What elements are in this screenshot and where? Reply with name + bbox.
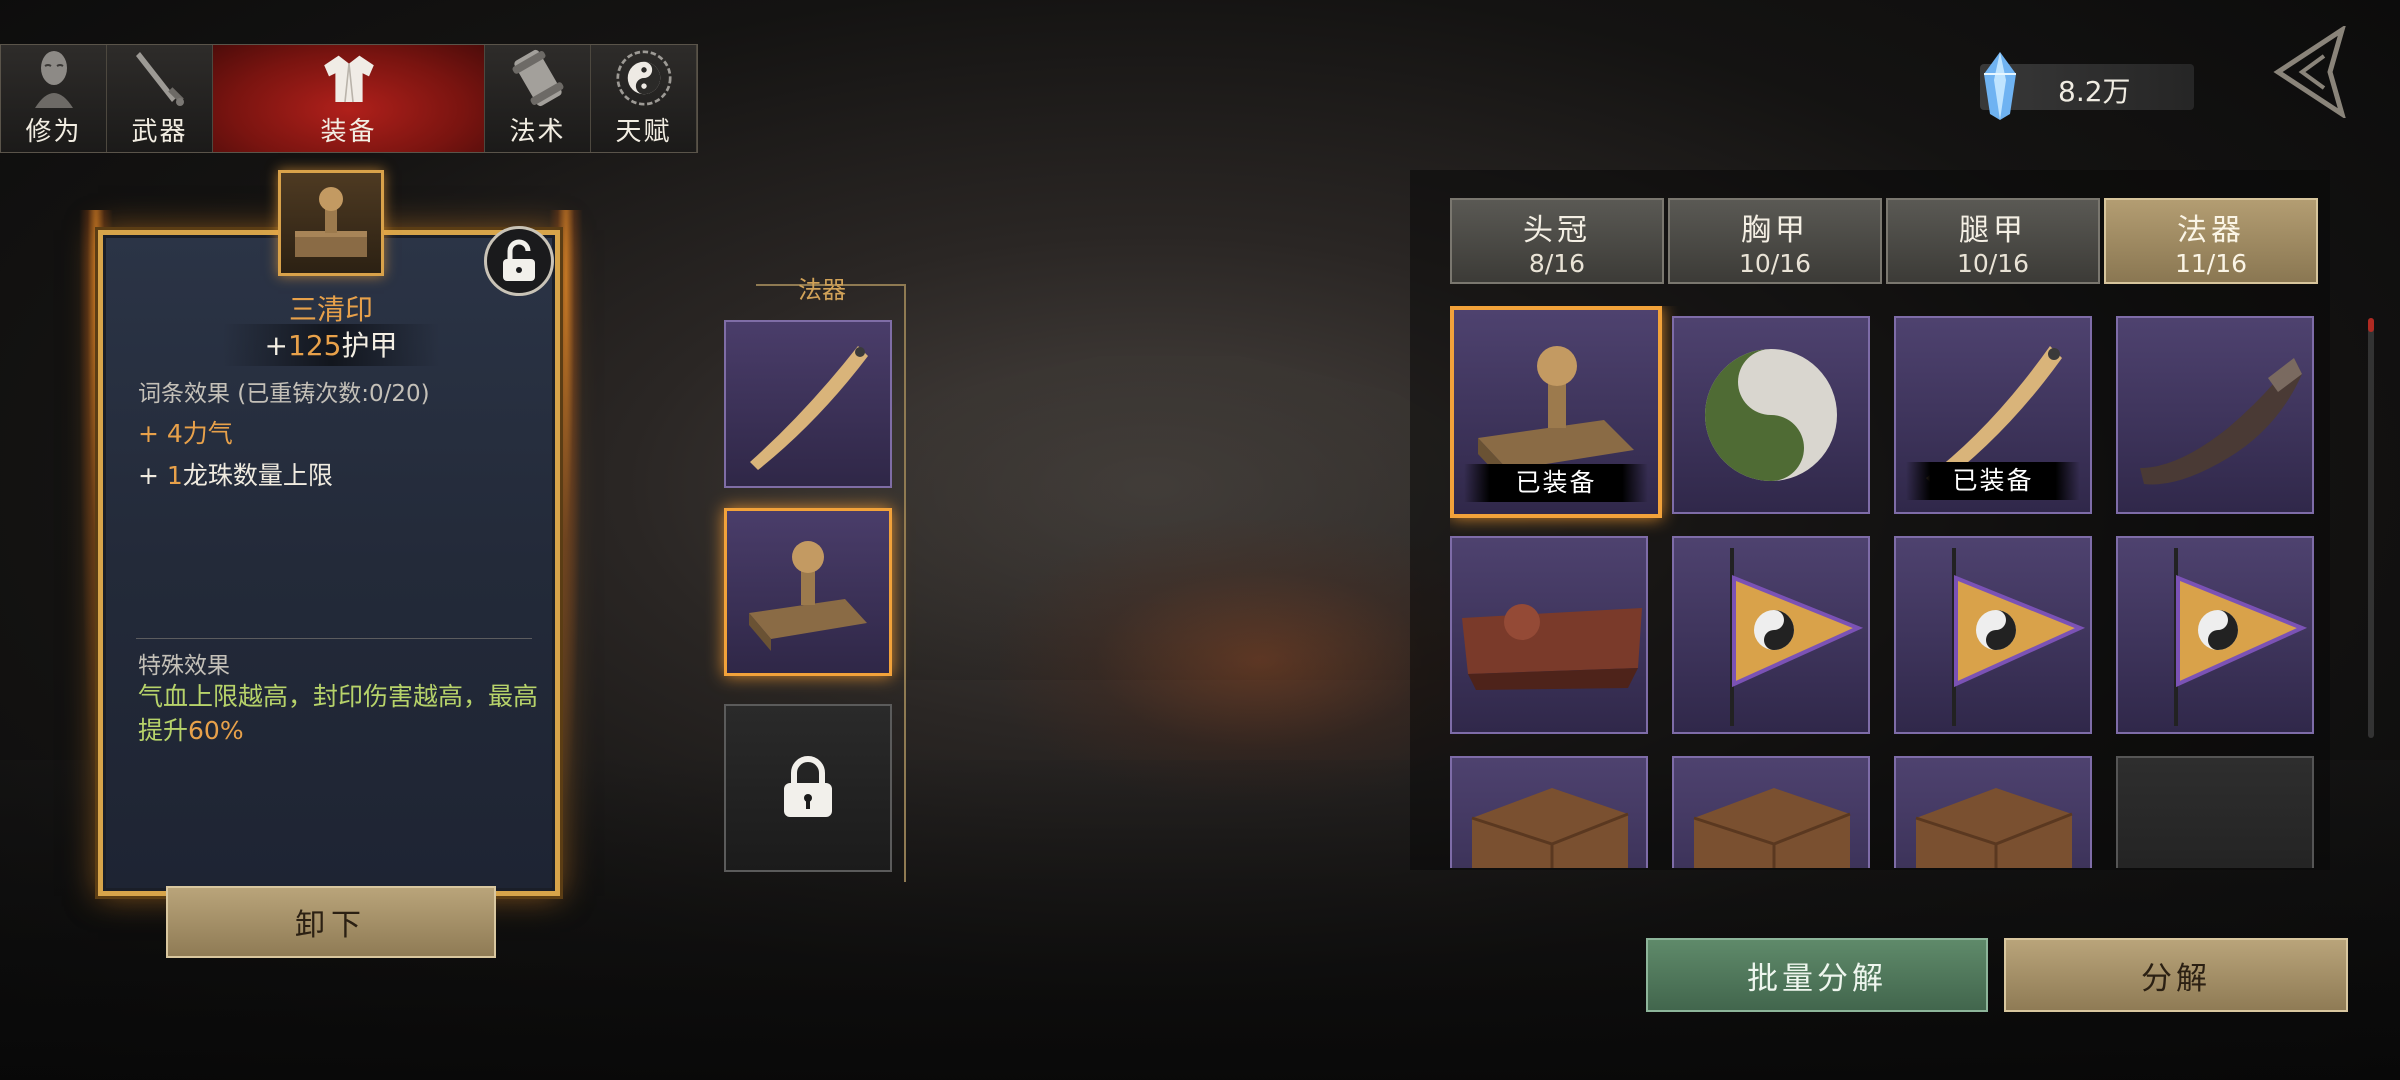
scroll-icon bbox=[510, 47, 566, 109]
inventory-item[interactable] bbox=[1894, 536, 2092, 734]
category-name: 法器 bbox=[2177, 212, 2245, 248]
back-arrow-icon bbox=[2273, 24, 2347, 120]
stat-strength: + 4力气 bbox=[138, 419, 233, 448]
bagua-flag-icon bbox=[1730, 548, 1864, 726]
category-name: 胸甲 bbox=[1741, 212, 1809, 248]
item-detail-card: 三清印 +125护甲 词条效果 (已重铸次数:0/20) + 4力气 + 1龙珠… bbox=[72, 170, 590, 958]
stat-dragon-pearl: + 1龙珠数量上限 bbox=[138, 456, 333, 492]
category-tab-crown[interactable]: 头冠 8/16 bbox=[1450, 198, 1664, 284]
inventory-item[interactable] bbox=[1672, 316, 1870, 514]
special-effect-header: 特殊效果 bbox=[138, 653, 230, 679]
crystal-gem-icon bbox=[1976, 50, 2024, 122]
category-count: 11/16 bbox=[2174, 248, 2248, 278]
category-name: 头冠 bbox=[1523, 212, 1591, 248]
category-count: 10/16 bbox=[1738, 248, 1812, 278]
category-count: 10/16 bbox=[1956, 248, 2030, 278]
slot-column-title: 法器 bbox=[798, 276, 846, 304]
seal-cube-icon bbox=[1471, 788, 1629, 868]
robe-icon bbox=[321, 47, 377, 109]
category-tab-artifact[interactable]: 法器 11/16 bbox=[2104, 198, 2318, 284]
section-divider bbox=[136, 638, 532, 639]
inventory-item[interactable]: 已装备 bbox=[1894, 316, 2092, 514]
bagua-flag-icon bbox=[2174, 548, 2308, 726]
item-name: 三清印 bbox=[288, 293, 373, 326]
special-effect-text: 气血上限越高，封印伤害越高，最高提升60% bbox=[138, 680, 538, 748]
main-nav-tabs: 修为 武器 装备 法术 天赋 bbox=[0, 44, 698, 153]
horn-icon bbox=[2140, 358, 2302, 485]
tab-cultivation[interactable]: 修为 bbox=[1, 45, 107, 152]
armor-label: 护甲 bbox=[341, 329, 398, 362]
cultivation-head-icon bbox=[26, 47, 82, 109]
category-count: 8/16 bbox=[1528, 248, 1586, 278]
seal-cube-icon bbox=[1693, 788, 1851, 868]
category-tab-legs[interactable]: 腿甲 10/16 bbox=[1886, 198, 2100, 284]
tab-weapon[interactable]: 武器 bbox=[107, 45, 213, 152]
inventory-item[interactable] bbox=[1894, 756, 2092, 868]
equipped-slot-2[interactable] bbox=[724, 508, 892, 676]
seal-stamp-icon bbox=[749, 541, 867, 651]
category-tabs: 头冠 8/16 胸甲 10/16 腿甲 10/16 法器 11/16 bbox=[1450, 198, 2318, 284]
carved-box-icon bbox=[1462, 604, 1642, 690]
inventory-item[interactable]: 已装备 bbox=[1450, 306, 1662, 518]
tab-label: 装备 bbox=[320, 117, 377, 147]
special-pct: 60% bbox=[188, 716, 244, 745]
sword-icon bbox=[132, 47, 188, 109]
inventory-item[interactable] bbox=[2116, 536, 2314, 734]
unequip-button[interactable]: 卸下 bbox=[166, 886, 496, 958]
tab-label: 武器 bbox=[131, 117, 188, 147]
inventory-empty-slot[interactable] bbox=[2116, 756, 2314, 868]
inventory-item[interactable] bbox=[2116, 316, 2314, 514]
inventory-item[interactable] bbox=[1672, 536, 1870, 734]
equipped-tag: 已装备 bbox=[1906, 462, 2080, 500]
armor-number: 125 bbox=[288, 329, 342, 362]
tab-talent[interactable]: 天赋 bbox=[591, 45, 697, 152]
category-name: 腿甲 bbox=[1959, 212, 2027, 248]
tab-label: 法术 bbox=[509, 117, 566, 147]
unlock-icon bbox=[503, 239, 535, 281]
tab-equipment[interactable]: 装备 bbox=[213, 45, 485, 152]
inventory-item[interactable] bbox=[1672, 756, 1870, 868]
stat-header: 词条效果 (已重铸次数:0/20) bbox=[138, 381, 430, 407]
stat-prefix: + bbox=[138, 461, 167, 490]
inventory-item[interactable] bbox=[1450, 756, 1648, 868]
tab-spell[interactable]: 法术 bbox=[485, 45, 591, 152]
stat-value: 1 bbox=[166, 461, 183, 490]
lock-toggle-button[interactable] bbox=[484, 226, 554, 296]
batch-dismantle-button[interactable]: 批量分解 bbox=[1646, 938, 1988, 1012]
yin-yang-jade-icon bbox=[1705, 349, 1837, 481]
equipped-slot-3-locked[interactable] bbox=[724, 704, 892, 872]
inventory-grid: 已装备 已装备 bbox=[1450, 306, 2318, 868]
currency-display: 8.2万 bbox=[1980, 52, 2194, 120]
equipped-tag: 已装备 bbox=[1464, 464, 1648, 502]
padlock-icon bbox=[784, 756, 832, 817]
currency-amount: 8.2万 bbox=[2058, 75, 2131, 108]
taiji-icon bbox=[615, 47, 672, 109]
stat-label: 龙珠数量上限 bbox=[182, 461, 333, 490]
ruler-talisman-icon bbox=[750, 346, 868, 470]
inventory-item[interactable] bbox=[1450, 536, 1648, 734]
seal-stamp-icon bbox=[295, 187, 367, 257]
equipped-slot-1[interactable] bbox=[724, 320, 892, 488]
category-tab-chest[interactable]: 胸甲 10/16 bbox=[1668, 198, 1882, 284]
scrollbar-thumb[interactable] bbox=[2368, 318, 2374, 332]
inventory-scrollbar[interactable] bbox=[2368, 318, 2374, 738]
seal-cube-icon bbox=[1915, 788, 2073, 868]
dismantle-button[interactable]: 分解 bbox=[2004, 938, 2348, 1012]
tab-label: 天赋 bbox=[615, 117, 672, 147]
tab-label: 修为 bbox=[25, 117, 82, 147]
armor-prefix: + bbox=[264, 329, 288, 362]
back-button[interactable] bbox=[2272, 24, 2348, 120]
bagua-flag-icon bbox=[1952, 548, 2086, 726]
item-armor-value: +125护甲 bbox=[222, 324, 440, 366]
item-thumbnail bbox=[278, 170, 384, 276]
